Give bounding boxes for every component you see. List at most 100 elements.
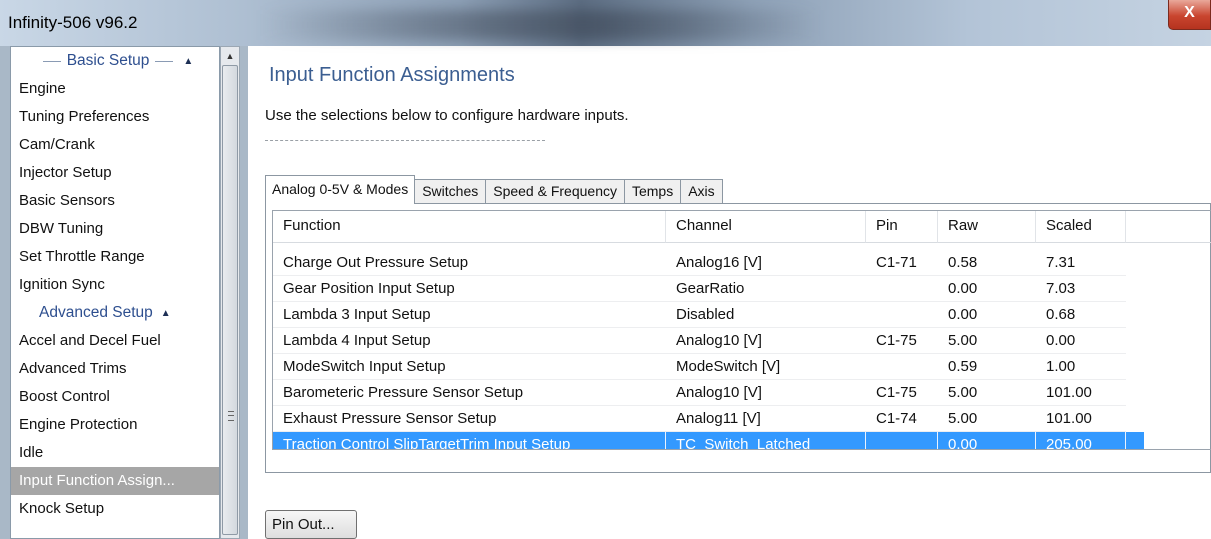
- sidebar-item-knock-setup[interactable]: Knock Setup: [11, 495, 219, 523]
- page-title: Input Function Assignments: [269, 64, 515, 86]
- sidebar-item-engine-protection[interactable]: Engine Protection: [11, 411, 219, 439]
- sidebar-item-cam-crank[interactable]: Cam/Crank: [11, 131, 219, 159]
- divider: [155, 60, 174, 62]
- sidebar-item-accel-decel-fuel[interactable]: Accel and Decel Fuel: [11, 327, 219, 355]
- cell-raw: 5.00: [938, 328, 1036, 354]
- column-header-channel[interactable]: Channel: [666, 211, 866, 243]
- table-row[interactable]: Lambda 3 Input Setup Disabled 0.00 0.68: [273, 302, 1211, 328]
- tab-speed-frequency[interactable]: Speed & Frequency: [485, 179, 625, 204]
- sidebar-item-input-function-assign[interactable]: Input Function Assign...: [11, 467, 219, 495]
- collapse-caret-icon[interactable]: ▲: [161, 308, 171, 319]
- sidebar-item-set-throttle-range[interactable]: Set Throttle Range: [11, 243, 219, 271]
- cell-channel: Disabled: [666, 302, 866, 328]
- cell-function: Barometeric Pressure Sensor Setup: [273, 380, 666, 406]
- table-row[interactable]: Gear Position Input Setup GearRatio 0.00…: [273, 276, 1211, 302]
- cell-raw: 0.59: [938, 354, 1036, 380]
- section-header-basic-setup[interactable]: Basic Setup ▲: [11, 47, 219, 75]
- cell-channel: ModeSwitch [V]: [666, 354, 866, 380]
- cell-channel: Analog16 [V]: [666, 250, 866, 276]
- sidebar-list: Basic Setup ▲ Engine Tuning Preferences …: [10, 46, 220, 539]
- cell-raw: 5.00: [938, 380, 1036, 406]
- section-label: Advanced Setup: [39, 304, 153, 321]
- table-row[interactable]: Exhaust Pressure Sensor Setup Analog11 […: [273, 406, 1211, 432]
- column-header-raw[interactable]: Raw: [938, 211, 1036, 243]
- cell-pin: [866, 302, 938, 328]
- cell-pin: C1-71: [866, 250, 938, 276]
- cell-channel: GearRatio: [666, 276, 866, 302]
- column-header-pin[interactable]: Pin: [866, 211, 938, 243]
- cell-pin: [866, 432, 938, 449]
- cell-channel: Analog10 [V]: [666, 328, 866, 354]
- cell-pin: C1-75: [866, 328, 938, 354]
- cell-function: Gear Position Input Setup: [273, 276, 666, 302]
- table-row[interactable]: ModeSwitch Input Setup ModeSwitch [V] 0.…: [273, 354, 1211, 380]
- tab-switches[interactable]: Switches: [414, 179, 487, 204]
- cell-raw: 0.00: [938, 432, 1036, 449]
- cell-scaled: 0.00: [1036, 328, 1126, 354]
- cell-scaled: 7.31: [1036, 250, 1126, 276]
- cell-pin: C1-74: [866, 406, 938, 432]
- close-button[interactable]: X: [1168, 0, 1211, 30]
- cell-pin: [866, 276, 938, 302]
- cell-scaled: 205.00: [1036, 432, 1126, 449]
- cell-pin: [866, 354, 938, 380]
- sidebar-item-advanced-trims[interactable]: Advanced Trims: [11, 355, 219, 383]
- divider: [42, 60, 61, 62]
- cell-pin: C1-75: [866, 380, 938, 406]
- scrollbar-thumb[interactable]: [222, 65, 238, 535]
- tab-temps[interactable]: Temps: [623, 179, 682, 204]
- table-row-selected[interactable]: Traction Control SlipTargetTrim Input Se…: [273, 432, 1144, 449]
- title-bar: Infinity-506 v96.2 X: [0, 0, 1211, 46]
- cell-channel: TC_Switch_Latched: [666, 432, 866, 449]
- section-header-advanced-setup[interactable]: Advanced Setup ▲: [11, 299, 219, 327]
- pin-out-button[interactable]: Pin Out...: [265, 510, 357, 539]
- window-title: Infinity-506 v96.2: [8, 13, 138, 32]
- dashed-divider: [265, 140, 545, 141]
- sidebar-item-boost-control[interactable]: Boost Control: [11, 383, 219, 411]
- cell-raw: 0.58: [938, 250, 1036, 276]
- title-bar-blur: [260, 10, 820, 40]
- cell-scaled: 1.00: [1036, 354, 1126, 380]
- cell-channel: Analog10 [V]: [666, 380, 866, 406]
- cell-raw: 0.00: [938, 276, 1036, 302]
- page-description: Use the selections below to configure ha…: [265, 107, 629, 124]
- sidebar-item-injector-setup[interactable]: Injector Setup: [11, 159, 219, 187]
- cell-function: Exhaust Pressure Sensor Setup: [273, 406, 666, 432]
- grip-icon: [228, 411, 234, 421]
- table-header: Function Channel Pin Raw Scaled: [273, 211, 1211, 243]
- cell-function: Lambda 4 Input Setup: [273, 328, 666, 354]
- cell-scaled: 101.00: [1036, 380, 1126, 406]
- cell-function: ModeSwitch Input Setup: [273, 354, 666, 380]
- sidebar-item-engine[interactable]: Engine: [11, 75, 219, 103]
- sidebar-item-idle[interactable]: Idle: [11, 439, 219, 467]
- cell-function: Charge Out Pressure Setup: [273, 250, 666, 276]
- table-row[interactable]: Lambda 4 Input Setup Analog10 [V] C1-75 …: [273, 328, 1211, 354]
- sidebar-item-dbw-tuning[interactable]: DBW Tuning: [11, 215, 219, 243]
- tab-analog-modes[interactable]: Analog 0-5V & Modes: [265, 175, 416, 204]
- collapse-caret-icon[interactable]: ▲: [183, 56, 193, 67]
- tab-axis[interactable]: Axis: [680, 179, 723, 204]
- tab-panel: Function Channel Pin Raw Scaled Charge O…: [265, 203, 1211, 473]
- cell-function: Lambda 3 Input Setup: [273, 302, 666, 328]
- tab-bar: Analog 0-5V & Modes Switches Speed & Fre…: [265, 175, 723, 204]
- sidebar-item-ignition-sync[interactable]: Ignition Sync: [11, 271, 219, 299]
- sidebar-item-tuning-preferences[interactable]: Tuning Preferences: [11, 103, 219, 131]
- cell-function: Traction Control SlipTargetTrim Input Se…: [273, 432, 666, 449]
- cell-raw: 0.00: [938, 302, 1036, 328]
- input-assignments-table: Function Channel Pin Raw Scaled Charge O…: [272, 210, 1211, 450]
- column-header-scaled[interactable]: Scaled: [1036, 211, 1126, 243]
- cell-scaled: 0.68: [1036, 302, 1126, 328]
- table-row[interactable]: Charge Out Pressure Setup Analog16 [V] C…: [273, 250, 1211, 276]
- scroll-up-arrow-icon[interactable]: ▲: [221, 47, 239, 65]
- cell-raw: 5.00: [938, 406, 1036, 432]
- table-row[interactable]: Barometeric Pressure Sensor Setup Analog…: [273, 380, 1211, 406]
- sidebar-item-basic-sensors[interactable]: Basic Sensors: [11, 187, 219, 215]
- sidebar: Basic Setup ▲ Engine Tuning Preferences …: [0, 46, 248, 539]
- column-header-function[interactable]: Function: [273, 211, 666, 243]
- cell-channel: Analog11 [V]: [666, 406, 866, 432]
- cell-scaled: 7.03: [1036, 276, 1126, 302]
- section-label: Basic Setup: [66, 52, 150, 69]
- cell-scaled: 101.00: [1036, 406, 1126, 432]
- sidebar-scrollbar[interactable]: ▲: [220, 46, 240, 539]
- column-header-empty: [1126, 211, 1211, 243]
